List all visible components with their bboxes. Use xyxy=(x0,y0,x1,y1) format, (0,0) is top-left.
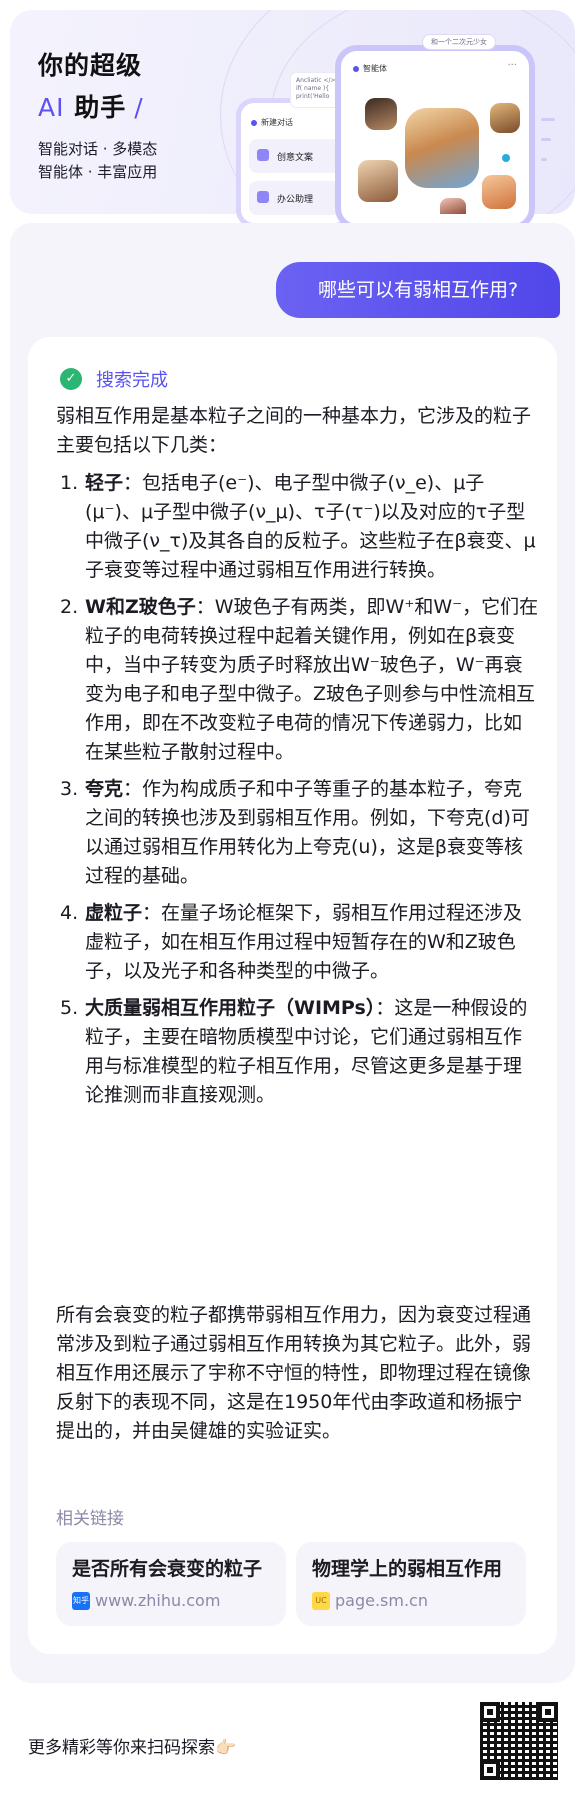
sound-wave-icon xyxy=(541,118,555,121)
list-number: 1. xyxy=(60,472,79,494)
mock-phone-title: 智能体 xyxy=(363,64,387,73)
logo-dot-icon xyxy=(251,119,257,126)
avatar-image xyxy=(440,198,466,214)
user-message-bubble: 哪些可以有弱相互作用? xyxy=(276,262,560,318)
answer-intro: 弱相互作用是基本粒子之间的一种基本力，它涉及的粒子主要包括以下几类： xyxy=(56,405,532,456)
status-text: 搜索完成 xyxy=(96,370,168,391)
list-item-text: ：作为构成质子和中子等重子的基本粒子，夸克之间的转换也涉及到弱相互作用。例如，下… xyxy=(85,778,530,887)
assistant-label: 助手 xyxy=(74,93,127,122)
check-circle-icon: ✓ xyxy=(60,368,82,390)
link-domain: www.zhihu.com xyxy=(95,1591,221,1610)
heart-icon xyxy=(502,154,510,162)
avatar-image xyxy=(490,103,520,133)
list-item-text: ：W玻色子有两类，即W⁺和W⁻，它们在粒子的电荷转换过程中起着关键作用，例如在β… xyxy=(85,596,539,763)
slash-mark: / xyxy=(134,93,144,122)
list-item: 3. 夸克：作为构成质子和中子等重子的基本粒子，夸克之间的转换也涉及到弱相互作用… xyxy=(60,775,540,891)
list-item-body: W和Z玻色子：W玻色子有两类，即W⁺和W⁻，它们在粒子的电荷转换过程中起着关键作… xyxy=(85,593,540,767)
list-item-body: 大质量弱相互作用粒子（WIMPs）：这是一种假设的粒子，主要在暗物质模型中讨论，… xyxy=(85,994,540,1110)
mock-card: 办公助理 xyxy=(249,181,341,215)
avatar-image xyxy=(482,175,516,209)
mock-card-label: 创意文案 xyxy=(277,153,314,163)
mock-phone-title: 新建对话 xyxy=(261,118,293,127)
banner-subtitle: 智能体 · 丰富应用 xyxy=(38,163,158,181)
banner-title-ai: AI 助手 / xyxy=(38,88,144,124)
uc-logo-icon: UC xyxy=(312,1591,330,1610)
list-item-term: 虚粒子 xyxy=(85,902,143,924)
list-item-term: 夸克 xyxy=(85,778,124,800)
footer-cta: 更多精彩等你来扫码探索👉🏻 xyxy=(28,1738,237,1758)
qr-finder xyxy=(480,1702,500,1722)
list-item-term: 大质量弱相互作用粒子（WIMPs） xyxy=(85,997,376,1019)
list-item: 2. W和Z玻色子：W玻色子有两类，即W⁺和W⁻，它们在粒子的电荷转换过程中起着… xyxy=(60,593,540,767)
briefcase-icon xyxy=(257,191,269,203)
list-item-body: 轻子：包括电子(e⁻)、电子型中微子(ν_e)、μ子(μ⁻)、μ子型中微子(ν_… xyxy=(85,469,540,585)
list-item-text: ：在量子场论框架下，弱相互作用过程还涉及虚粒子，如在相互作用过程中短暂存在的W和… xyxy=(85,902,523,982)
mock-phone-header: 新建对话 xyxy=(251,117,293,128)
sound-wave-icon xyxy=(541,158,547,161)
avatar-image xyxy=(365,98,397,130)
mock-tag: 和一个二次元少女 xyxy=(422,34,496,50)
answer-conclusion: 所有会衰变的粒子都携带弱相互作用力，因为衰变过程通常涉及到粒子通过弱相互作用转换… xyxy=(56,1304,532,1442)
list-number: 2. xyxy=(60,596,79,618)
avatar-image xyxy=(358,160,398,202)
answer-card: ✓ 搜索完成 弱相互作用是基本粒子之间的一种基本力，它涉及的粒子主要包括以下几类… xyxy=(28,337,557,1654)
link-source: 知乎 www.zhihu.com xyxy=(72,1591,270,1610)
list-item-body: 夸克：作为构成质子和中子等重子的基本粒子，夸克之间的转换也涉及到弱相互作用。例如… xyxy=(85,775,540,891)
list-number: 4. xyxy=(60,902,79,924)
banner-subtitle: 智能对话 · 多模态 xyxy=(38,140,158,158)
page: 你的超级 AI 助手 / 智能对话 · 多模态 智能体 · 丰富应用 新建对话 创… xyxy=(0,0,585,1806)
list-item: 5. 大质量弱相互作用粒子（WIMPs）：这是一种假设的粒子，主要在暗物质模型中… xyxy=(60,994,540,1110)
list-item: 1. 轻子：包括电子(e⁻)、电子型中微子(ν_e)、μ子(μ⁻)、μ子型中微子… xyxy=(60,469,540,585)
answer-list: 1. 轻子：包括电子(e⁻)、电子型中微子(ν_e)、μ子(μ⁻)、μ子型中微子… xyxy=(60,469,540,1118)
search-status: ✓ 搜索完成 xyxy=(60,367,168,391)
ai-label: AI xyxy=(38,93,65,122)
sound-wave-icon xyxy=(541,138,551,141)
related-link-card[interactable]: 是否所有会衰变的粒子 知乎 www.zhihu.com xyxy=(56,1542,286,1626)
pencil-icon xyxy=(257,149,269,161)
list-number: 3. xyxy=(60,778,79,800)
list-item: 4. 虚粒子：在量子场论框架下，弱相互作用过程还涉及虚粒子，如在相互作用过程中短… xyxy=(60,899,540,986)
link-domain: page.sm.cn xyxy=(335,1591,428,1610)
more-icon: ··· xyxy=(507,60,517,71)
list-item-term: W和Z玻色子 xyxy=(85,596,196,618)
list-item-text: ：包括电子(e⁻)、电子型中微子(ν_e)、μ子(μ⁻)、μ子型中微子(ν_μ)… xyxy=(85,472,536,581)
mock-phone-header: 智能体 xyxy=(353,63,387,74)
related-links-row[interactable]: 是否所有会衰变的粒子 知乎 www.zhihu.com 物理学上的弱相互作用 U… xyxy=(56,1542,530,1626)
qr-finder xyxy=(538,1702,558,1722)
related-link-card[interactable]: 物理学上的弱相互作用 UC page.sm.cn xyxy=(296,1542,526,1626)
list-item-body: 虚粒子：在量子场论框架下，弱相互作用过程还涉及虚粒子，如在相互作用过程中短暂存在… xyxy=(85,899,540,986)
list-number: 5. xyxy=(60,997,79,1019)
qr-code-icon xyxy=(480,1702,558,1780)
avatar-image xyxy=(405,108,479,188)
zhihu-logo-icon: 知乎 xyxy=(72,1591,90,1610)
link-title: 物理学上的弱相互作用 xyxy=(312,1558,503,1580)
link-source: UC page.sm.cn xyxy=(312,1591,510,1610)
mock-card-label: 办公助理 xyxy=(277,195,314,205)
mock-card: 创意文案 xyxy=(249,139,341,173)
list-item-term: 轻子 xyxy=(85,472,124,494)
banner-title: 你的超级 xyxy=(38,51,143,80)
logo-dot-icon xyxy=(353,65,359,72)
link-title: 是否所有会衰变的粒子 xyxy=(72,1558,263,1580)
qr-finder xyxy=(480,1760,500,1780)
related-links-label: 相关链接 xyxy=(56,1509,124,1529)
